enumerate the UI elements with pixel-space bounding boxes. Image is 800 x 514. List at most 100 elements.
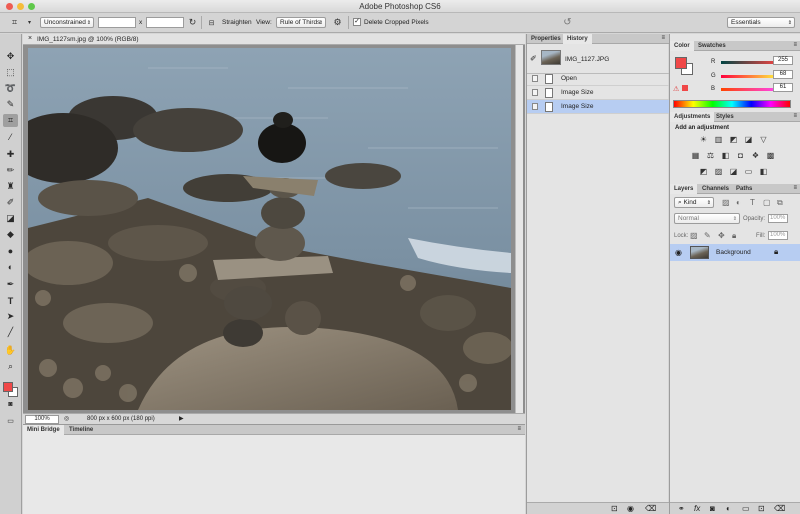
layer-row[interactable]: ◉ Background 🔒︎ bbox=[670, 244, 800, 261]
hue-saturation-icon[interactable]: ▦ bbox=[690, 150, 701, 160]
blend-mode-select[interactable]: Normal ⇕ bbox=[674, 213, 740, 224]
zoom-level-field[interactable]: 100% bbox=[25, 415, 59, 424]
color-foreground-swatch[interactable] bbox=[675, 57, 687, 69]
panel-menu-icon[interactable]: ≡ bbox=[517, 426, 521, 432]
eraser-tool-icon[interactable]: ◪ bbox=[3, 212, 18, 225]
panel-menu-icon[interactable]: ≡ bbox=[793, 113, 797, 119]
tab-timeline[interactable]: Timeline bbox=[65, 425, 97, 435]
move-tool-icon[interactable]: ✥ bbox=[3, 50, 18, 63]
panel-menu-icon[interactable]: ≡ bbox=[793, 42, 797, 48]
opacity-input[interactable]: 100% bbox=[768, 214, 788, 223]
eye-icon[interactable]: ◉ bbox=[675, 248, 682, 257]
tab-properties[interactable]: Properties bbox=[527, 34, 565, 44]
overlay-view-select[interactable]: Rule of Thirds ⇕ bbox=[276, 17, 326, 28]
quick-selection-tool-icon[interactable]: ✎ bbox=[3, 98, 18, 111]
canvas-area[interactable] bbox=[23, 45, 525, 413]
new-layer-icon[interactable]: ⊡ bbox=[758, 504, 765, 513]
path-selection-tool-icon[interactable]: ➤ bbox=[3, 310, 18, 323]
gamut-swatch[interactable] bbox=[682, 85, 688, 91]
lock-image-icon[interactable]: ✎ bbox=[704, 231, 711, 240]
panel-menu-icon[interactable]: ≡ bbox=[793, 185, 797, 191]
tab-history[interactable]: History bbox=[563, 34, 592, 44]
canvas-image[interactable] bbox=[28, 48, 511, 410]
red-slider[interactable] bbox=[721, 61, 781, 64]
dodge-tool-icon[interactable]: ◐ bbox=[3, 260, 18, 273]
delete-cropped-checkbox[interactable]: ✓ bbox=[353, 18, 361, 26]
color-spectrum-bar[interactable] bbox=[673, 100, 791, 108]
zoom-tool-icon[interactable]: ⌕ bbox=[3, 360, 18, 373]
straighten-icon[interactable]: ⊟ bbox=[206, 17, 217, 28]
pen-tool-icon[interactable]: ✒ bbox=[3, 278, 18, 291]
posterize-icon[interactable]: ▨ bbox=[713, 166, 724, 176]
crop-height-input[interactable] bbox=[146, 17, 184, 28]
color-lookup-icon[interactable]: ▩ bbox=[765, 150, 776, 160]
tab-paths[interactable]: Paths bbox=[732, 184, 756, 194]
camera-icon[interactable]: ◉ bbox=[627, 504, 634, 513]
selective-color-icon[interactable]: ◧ bbox=[758, 166, 769, 176]
swap-dimensions-icon[interactable]: ↻ bbox=[187, 17, 198, 28]
reset-icon[interactable]: ↺ bbox=[562, 17, 573, 28]
healing-brush-tool-icon[interactable]: ✚ bbox=[3, 148, 18, 161]
curves-icon[interactable]: ◩ bbox=[728, 134, 739, 144]
filter-type-icon[interactable]: T bbox=[750, 198, 755, 207]
green-value-input[interactable]: 68 bbox=[773, 70, 793, 79]
tab-mini-bridge[interactable]: Mini Bridge bbox=[23, 425, 64, 435]
crop-tool-preset-icon[interactable]: ⌗ bbox=[9, 17, 20, 28]
foreground-color-swatch[interactable] bbox=[3, 382, 13, 392]
blue-slider[interactable] bbox=[721, 88, 781, 91]
workspace-select[interactable]: Essentials ⇕ bbox=[727, 17, 795, 28]
filter-adjustment-icon[interactable]: ◐ bbox=[736, 198, 741, 207]
crop-tool-icon[interactable]: ⌗ bbox=[3, 114, 18, 127]
tab-swatches[interactable]: Swatches bbox=[694, 41, 730, 51]
ratio-preset-select[interactable]: Unconstrained ⇕ bbox=[40, 17, 94, 28]
trash-icon[interactable]: ⌫ bbox=[645, 504, 656, 513]
layer-style-icon[interactable]: fx bbox=[694, 504, 700, 513]
clone-stamp-tool-icon[interactable]: ♜ bbox=[3, 180, 18, 193]
lock-position-icon[interactable]: ✥ bbox=[718, 231, 725, 240]
history-state-selected[interactable]: Image Size bbox=[527, 100, 669, 114]
lock-transparent-icon[interactable]: ▨ bbox=[690, 231, 698, 240]
vertical-scrollbar[interactable] bbox=[515, 45, 523, 413]
lock-all-icon[interactable]: 🔒︎ bbox=[732, 231, 736, 241]
close-icon[interactable]: × bbox=[28, 35, 32, 42]
marquee-tool-icon[interactable]: ⬚ bbox=[3, 66, 18, 79]
tab-adjustments[interactable]: Adjustments bbox=[670, 112, 715, 122]
red-value-input[interactable]: 255 bbox=[773, 56, 793, 65]
gear-icon[interactable]: ⚙ bbox=[332, 17, 343, 28]
threshold-icon[interactable]: ◪ bbox=[728, 166, 739, 176]
color-balance-icon[interactable]: ⚖ bbox=[705, 150, 716, 160]
history-brush-source-icon[interactable]: ✐ bbox=[530, 54, 537, 63]
black-white-icon[interactable]: ◧ bbox=[720, 150, 731, 160]
add-mask-icon[interactable]: ◙ bbox=[710, 504, 715, 513]
filter-smart-object-icon[interactable]: ⧉ bbox=[777, 198, 783, 208]
blue-value-input[interactable]: 61 bbox=[773, 83, 793, 92]
status-arrow-icon[interactable]: ▶ bbox=[179, 415, 184, 422]
history-brush-source-box[interactable] bbox=[532, 103, 538, 110]
new-document-from-state-icon[interactable]: ⊡ bbox=[611, 504, 618, 513]
trash-icon[interactable]: ⌫ bbox=[774, 504, 785, 513]
levels-icon[interactable]: ▥ bbox=[713, 134, 724, 144]
new-adjustment-layer-icon[interactable]: ◐ bbox=[726, 504, 731, 513]
history-state[interactable]: Open bbox=[527, 72, 669, 86]
type-tool-icon[interactable]: T bbox=[3, 294, 18, 307]
new-group-icon[interactable]: ▭ bbox=[742, 504, 750, 513]
tab-color[interactable]: Color bbox=[670, 41, 694, 51]
history-snapshot[interactable]: ✐ IMG_1127.JPG bbox=[527, 46, 669, 74]
history-brush-source-box[interactable] bbox=[532, 75, 538, 82]
channel-mixer-icon[interactable]: ❖ bbox=[750, 150, 761, 160]
brush-tool-icon[interactable]: ✏ bbox=[3, 164, 18, 177]
gradient-map-icon[interactable]: ▭ bbox=[743, 166, 754, 176]
document-tab[interactable]: × IMG_1127sm.jpg @ 100% (RGB/8) bbox=[23, 34, 525, 45]
invert-icon[interactable]: ◩ bbox=[698, 166, 709, 176]
exposure-icon[interactable]: ◪ bbox=[743, 134, 754, 144]
filter-pixel-icon[interactable]: ▨ bbox=[722, 198, 730, 207]
green-slider[interactable] bbox=[721, 75, 781, 78]
brightness-contrast-icon[interactable]: ☀ bbox=[698, 134, 709, 144]
screen-mode-icon[interactable]: ▭ bbox=[3, 414, 18, 427]
crop-width-input[interactable] bbox=[98, 17, 136, 28]
history-brush-source-box[interactable] bbox=[532, 89, 538, 96]
link-layers-icon[interactable]: ⚭ bbox=[678, 504, 685, 513]
quick-mask-icon[interactable]: ◙ bbox=[3, 398, 18, 411]
tab-styles[interactable]: Styles bbox=[712, 112, 738, 122]
blur-tool-icon[interactable]: ● bbox=[3, 244, 18, 257]
